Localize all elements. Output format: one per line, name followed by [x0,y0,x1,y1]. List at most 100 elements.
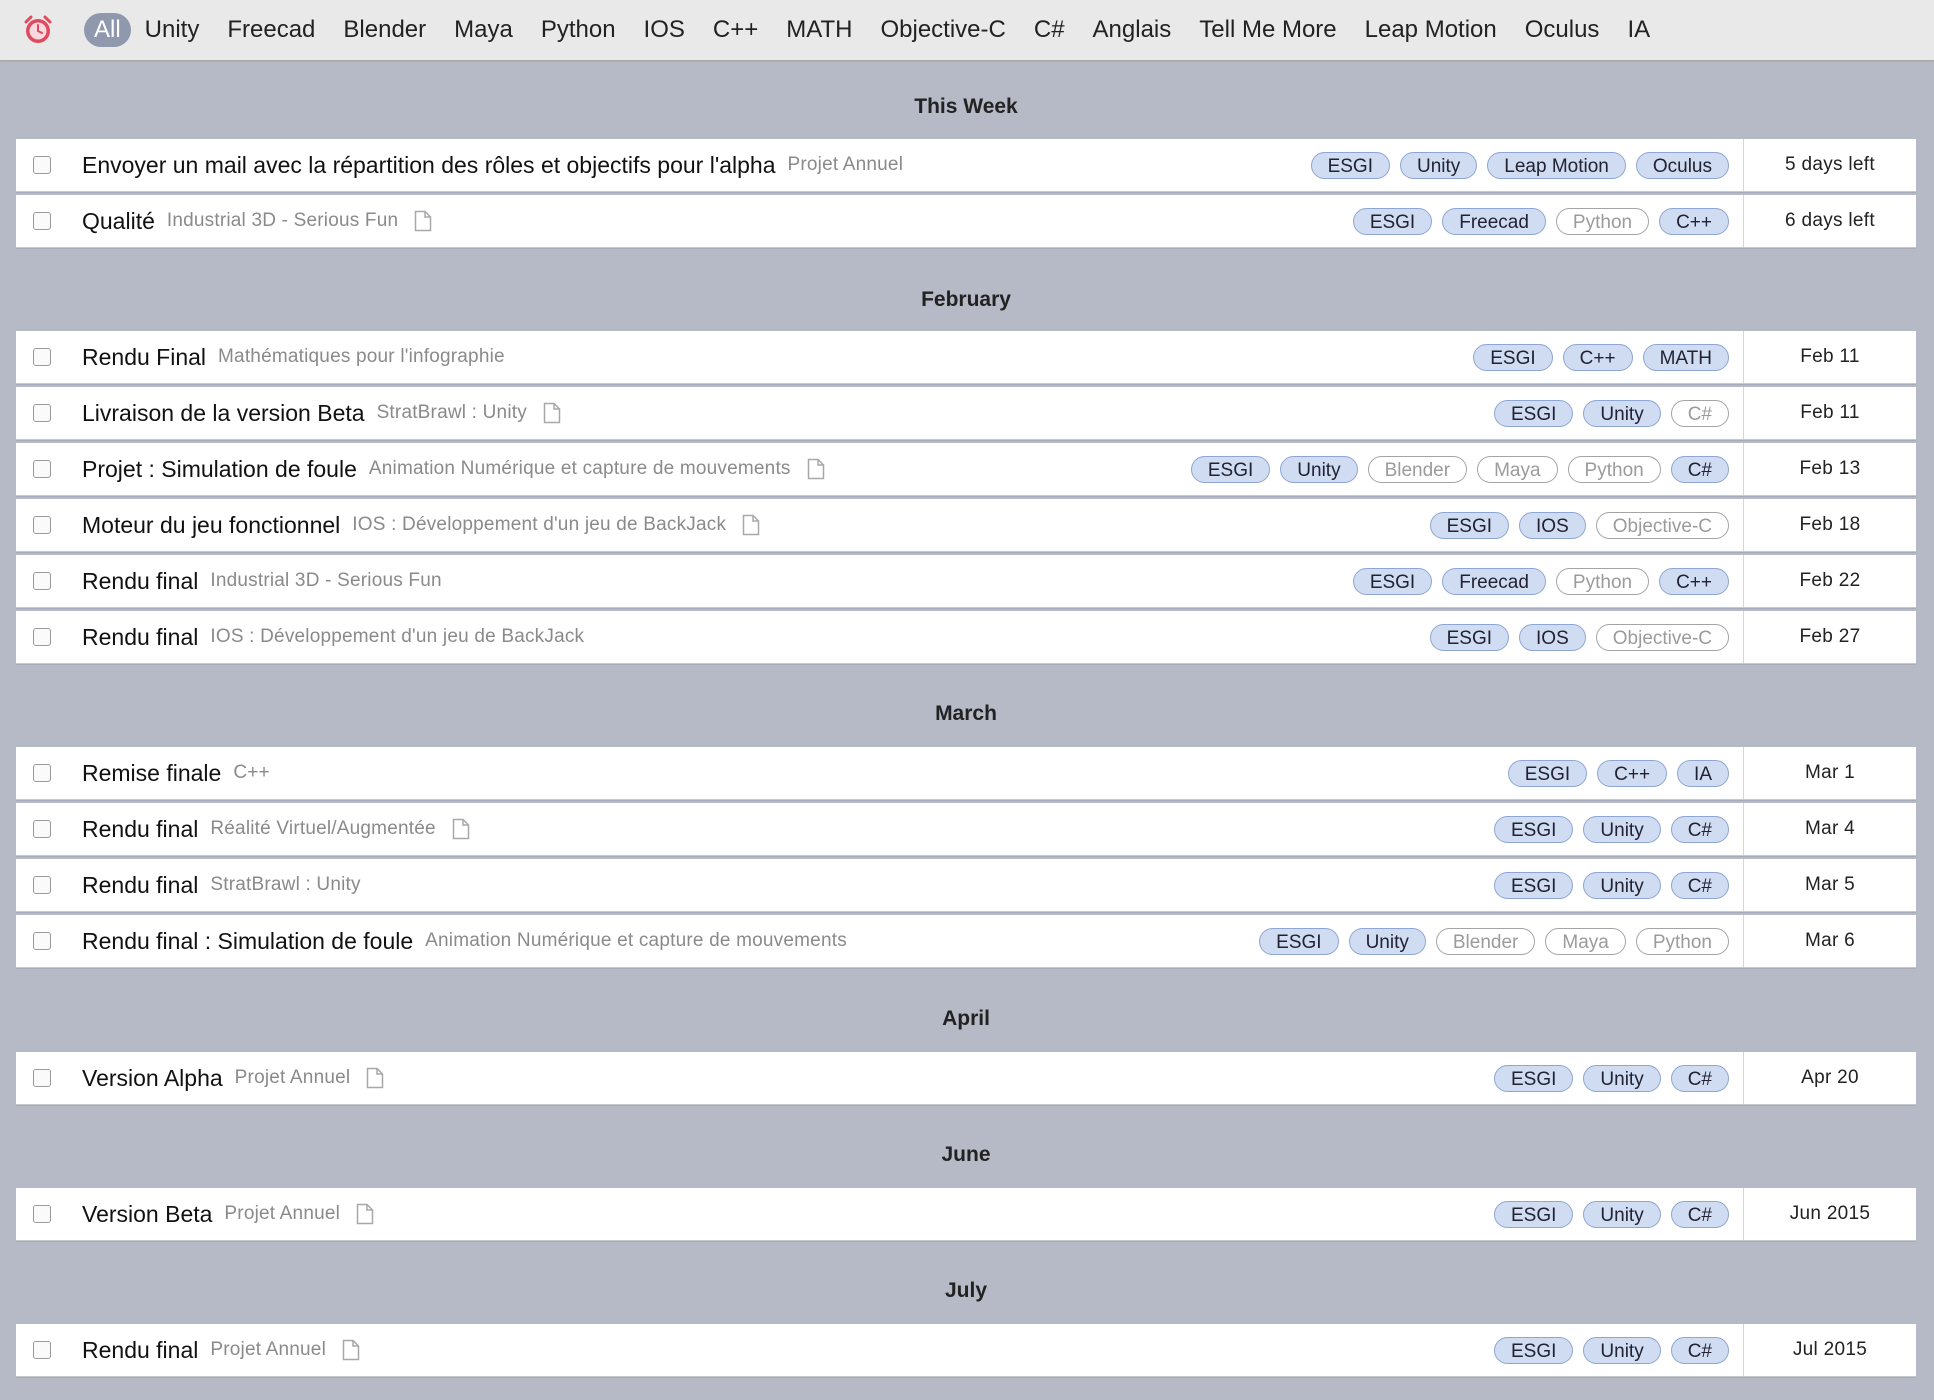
tag-pill[interactable]: ESGI [1494,1200,1574,1228]
tag-pill[interactable]: ESGI [1429,623,1510,651]
task-row[interactable]: Rendu final Projet Annuel ESGI Unity C# Jul 2… [16,1324,1916,1377]
task-row[interactable]: Envoyer un mail avec la répartition des … [16,139,1916,192]
tag-pill[interactable]: Unity [1348,927,1426,955]
tag-pill[interactable]: Blender [1367,455,1468,483]
tag-pill[interactable]: ESGI [1494,1064,1574,1092]
task-checkbox[interactable] [33,764,51,782]
tag-pill[interactable]: Python [1555,207,1650,235]
tag-pill[interactable]: ESGI [1473,343,1553,371]
tag-pill[interactable]: Unity [1583,1200,1661,1228]
tag-pill[interactable]: ESGI [1494,871,1574,899]
filter-tab[interactable]: C++ [713,13,758,47]
tag-pill[interactable]: Python [1567,455,1661,483]
task-row[interactable]: Projet : Simulation de foule Animation Nu… [16,443,1916,496]
filter-tab[interactable]: Leap Motion [1365,13,1497,47]
tag-pill[interactable]: IA [1677,759,1729,787]
task-checkbox[interactable] [33,628,51,646]
tag-pill[interactable]: IOS [1519,511,1586,539]
note-document-icon[interactable] [543,402,561,424]
task-checkbox[interactable] [33,932,51,950]
tag-pill[interactable]: Freecad [1442,567,1546,595]
task-checkbox[interactable] [33,820,51,838]
filter-tab[interactable]: Freecad [227,13,315,47]
note-document-icon[interactable] [342,1339,360,1361]
tag-pill[interactable]: ESGI [1494,1336,1574,1364]
tag-pill[interactable]: C# [1670,815,1729,843]
tag-pill[interactable]: ESGI [1507,759,1588,787]
filter-tab[interactable]: Blender [343,13,426,47]
tag-pill[interactable]: C# [1670,1064,1729,1092]
tag-pill[interactable]: C++ [1597,759,1668,787]
tag-pill[interactable]: Unity [1583,871,1661,899]
tag-pill[interactable]: Leap Motion [1487,151,1626,179]
note-document-icon[interactable] [742,514,760,536]
filter-tab[interactable]: MATH [786,13,852,47]
tag-pill[interactable]: MATH [1642,343,1729,371]
task-checkbox[interactable] [33,516,51,534]
tag-pill[interactable]: Objective-C [1595,623,1729,651]
filter-tab[interactable]: All [84,13,131,47]
tag-pill[interactable]: C# [1670,455,1729,483]
task-checkbox[interactable] [33,572,51,590]
filter-tab[interactable]: IOS [644,13,685,47]
tag-pill[interactable]: C# [1670,871,1729,899]
tag-pill[interactable]: Freecad [1442,207,1546,235]
tag-pill[interactable]: Unity [1399,151,1478,179]
task-row[interactable]: Remise finale C++ ESGI C++ IA Mar 1 [16,747,1916,800]
tag-pill[interactable]: ESGI [1494,815,1574,843]
task-checkbox[interactable] [33,348,51,366]
tag-pill[interactable]: ESGI [1429,511,1510,539]
note-document-icon[interactable] [366,1067,384,1089]
tag-pill[interactable]: C++ [1659,207,1729,235]
task-row[interactable]: Livraison de la version Beta StratBrawl :… [16,387,1916,440]
tag-pill[interactable]: C# [1670,1200,1729,1228]
tag-pill[interactable]: ESGI [1190,455,1271,483]
tag-pill[interactable]: Objective-C [1595,511,1729,539]
filter-tab[interactable]: Unity [145,13,200,47]
task-row[interactable]: Rendu final Industrial 3D - Serious Fun ES… [16,555,1916,608]
tag-pill[interactable]: Unity [1280,455,1358,483]
task-row[interactable]: Rendu Final Mathématiques pour l'infograp… [16,331,1916,384]
tag-pill[interactable]: C++ [1659,567,1729,595]
tag-pill[interactable]: ESGI [1352,567,1433,595]
task-row[interactable]: Rendu final Réalité Virtuel/Augmentée ESGI… [16,803,1916,856]
note-document-icon[interactable] [356,1203,374,1225]
tag-pill[interactable]: Python [1635,927,1729,955]
tag-pill[interactable]: Unity [1583,399,1661,427]
tag-pill[interactable]: IOS [1519,623,1586,651]
task-checkbox[interactable] [33,1341,51,1359]
filter-tab[interactable]: Oculus [1525,13,1600,47]
note-document-icon[interactable] [414,210,432,232]
filter-tab[interactable]: IA [1627,13,1650,47]
task-checkbox[interactable] [33,1069,51,1087]
task-row[interactable]: Rendu final StratBrawl : Unity ESGI Unity C#… [16,859,1916,912]
tag-pill[interactable]: Unity [1583,815,1661,843]
task-checkbox[interactable] [33,212,51,230]
filter-tab[interactable]: Maya [454,13,513,47]
tag-pill[interactable]: ESGI [1352,207,1433,235]
task-checkbox[interactable] [33,1205,51,1223]
tag-pill[interactable]: ESGI [1494,399,1574,427]
filter-tab[interactable]: Anglais [1093,13,1172,47]
tag-pill[interactable]: C# [1670,399,1729,427]
task-checkbox[interactable] [33,404,51,422]
filter-tab[interactable]: C# [1034,13,1065,47]
task-row[interactable]: Version Beta Projet Annuel ESGI Unity C# Jun … [16,1188,1916,1241]
tag-pill[interactable]: ESGI [1259,927,1339,955]
tag-pill[interactable]: Unity [1583,1336,1661,1364]
tag-pill[interactable]: ESGI [1310,151,1390,179]
tag-pill[interactable]: Maya [1477,455,1558,483]
task-row[interactable]: Rendu final IOS : Développement d'un jeu … [16,611,1916,664]
tag-pill[interactable]: Maya [1545,927,1626,955]
task-row[interactable]: Rendu final : Simulation de foule Animati… [16,915,1916,968]
tag-pill[interactable]: Python [1555,567,1650,595]
task-row[interactable]: Qualité Industrial 3D - Serious Fun ESGI Fr… [16,195,1916,248]
tag-pill[interactable]: Blender [1435,927,1536,955]
task-row[interactable]: Moteur du jeu fonctionnel IOS : Développe… [16,499,1916,552]
task-row[interactable]: Version Alpha Projet Annuel ESGI Unity C# Apr… [16,1052,1916,1105]
tag-pill[interactable]: C# [1670,1336,1729,1364]
tag-pill[interactable]: C++ [1562,343,1633,371]
tag-pill[interactable]: Unity [1583,1064,1661,1092]
note-document-icon[interactable] [807,458,825,480]
filter-tab[interactable]: Tell Me More [1199,13,1336,47]
